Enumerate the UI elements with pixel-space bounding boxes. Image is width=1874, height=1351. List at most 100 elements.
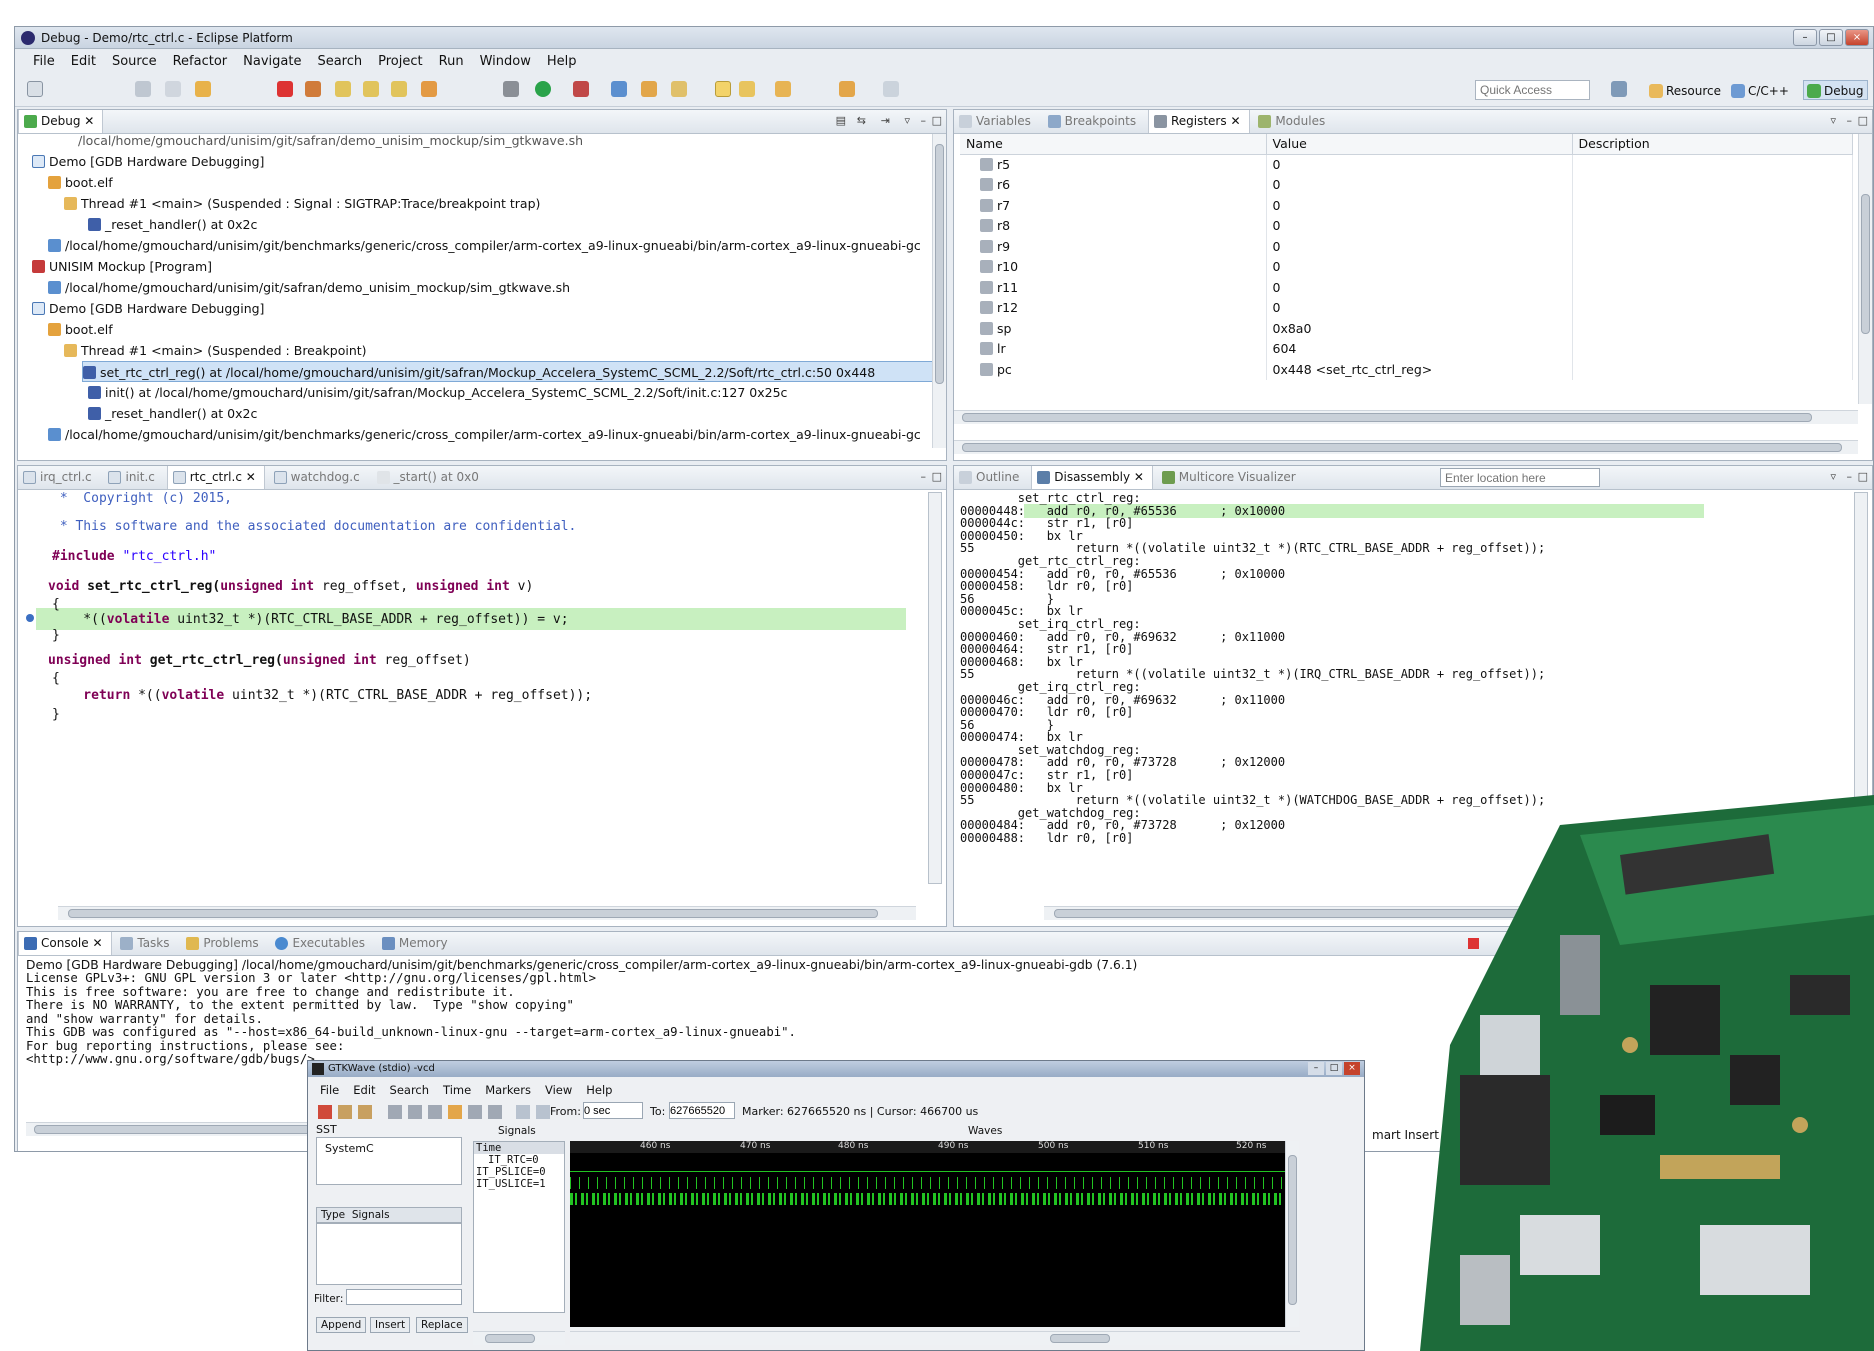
registers-hscroll[interactable]: [954, 410, 1858, 424]
menu-edit[interactable]: Edit: [353, 1083, 375, 1097]
zoom-in-icon[interactable]: [408, 1105, 422, 1119]
step-return-icon[interactable]: [391, 81, 407, 97]
menu-refactor[interactable]: Refactor: [165, 54, 236, 69]
step-mode-icon[interactable]: ⇥: [881, 114, 890, 127]
tab-outline[interactable]: Outline: [954, 466, 1027, 489]
new-icon[interactable]: [27, 81, 43, 97]
tree-row[interactable]: /local/home/gmouchard/unisim/git/benchma…: [48, 424, 921, 445]
maximize-view-icon[interactable]: □: [932, 470, 942, 483]
sst-label[interactable]: SST: [316, 1123, 337, 1136]
signal-name[interactable]: IT_USLICE=1: [474, 1178, 564, 1190]
disassembly-listing[interactable]: set_rtc_ctrl_reg: 00000448: add r0, r0, …: [960, 492, 1545, 845]
code-line-current[interactable]: *((volatile uint32_t *)(RTC_CTRL_BASE_AD…: [52, 607, 568, 632]
tree-row[interactable]: UNISIM Mockup [Program]: [32, 256, 212, 277]
debug-scrollbar[interactable]: [932, 134, 946, 448]
menu-time[interactable]: Time: [443, 1083, 471, 1097]
tab-start[interactable]: _start() at 0x0: [372, 466, 487, 489]
view-menu-icon[interactable]: ▿: [1830, 470, 1836, 483]
table-row[interactable]: lr 604: [960, 338, 1853, 359]
minimize-view-icon[interactable]: –: [921, 114, 927, 127]
editor-hscroll[interactable]: [58, 906, 916, 920]
table-row[interactable]: sp 0x8a0: [960, 318, 1853, 339]
zoom-start-icon[interactable]: [468, 1105, 482, 1119]
to-input[interactable]: [669, 1102, 735, 1119]
view-menu-icon[interactable]: ▿: [1830, 114, 1836, 127]
tree-item-systemc[interactable]: SystemC: [325, 1142, 374, 1155]
collapse-all-icon[interactable]: ▤: [836, 114, 846, 127]
zoom-fit-icon[interactable]: [388, 1105, 402, 1119]
append-button[interactable]: Append: [316, 1317, 367, 1333]
from-input[interactable]: [583, 1102, 643, 1119]
menu-source[interactable]: Source: [104, 54, 165, 69]
open-type-icon[interactable]: [611, 81, 627, 97]
menu-markers[interactable]: Markers: [485, 1083, 531, 1097]
open-perspective-icon[interactable]: [1611, 81, 1627, 97]
code-line[interactable]: }: [52, 702, 60, 727]
view-menu-icon[interactable]: ▿: [904, 114, 910, 127]
tree-row[interactable]: init() at /local/home/gmouchard/unisim/g…: [88, 382, 787, 403]
close-button[interactable]: ×: [1845, 29, 1869, 46]
menu-search[interactable]: Search: [390, 1083, 430, 1097]
perspective-cpp[interactable]: C/C++: [1727, 80, 1794, 100]
menu-window[interactable]: Window: [472, 54, 539, 69]
tab-watchdog[interactable]: watchdog.c: [269, 466, 368, 489]
menu-help[interactable]: Help: [586, 1083, 612, 1097]
maximize-button[interactable]: □: [1819, 29, 1843, 46]
tree-row[interactable]: /local/home/gmouchard/unisim/git/benchma…: [48, 235, 921, 256]
step-over-icon[interactable]: [363, 81, 379, 97]
filter-input[interactable]: [346, 1289, 462, 1305]
menu-file[interactable]: File: [320, 1083, 339, 1097]
menu-search[interactable]: Search: [309, 54, 370, 69]
table-row[interactable]: r10 0: [960, 256, 1853, 277]
tree-row[interactable]: Demo [GDB Hardware Debugging]: [32, 298, 264, 319]
table-row[interactable]: r6 0: [960, 174, 1853, 195]
resume-icon[interactable]: [195, 81, 211, 97]
column-description[interactable]: Description: [1572, 134, 1853, 155]
open-task-icon[interactable]: [641, 81, 657, 97]
save-icon[interactable]: [135, 81, 151, 97]
tab-variables[interactable]: Variables: [954, 110, 1039, 133]
menu-run[interactable]: Run: [431, 54, 472, 69]
minimize-view-icon[interactable]: –: [921, 470, 927, 483]
menu-view[interactable]: View: [545, 1083, 572, 1097]
console-output[interactable]: License GPLv3+: GNU GPL version 3 or lat…: [26, 971, 796, 1067]
tab-problems[interactable]: Problems: [181, 932, 266, 955]
waves-hscroll[interactable]: [570, 1331, 1300, 1345]
tree-row[interactable]: /local/home/gmouchard/unisim/git/safran/…: [48, 277, 570, 298]
tree-row[interactable]: Thread #1 <main> (Suspended : Breakpoint…: [64, 340, 367, 361]
table-row[interactable]: r7 0: [960, 195, 1853, 216]
tab-tasks[interactable]: Tasks: [115, 932, 177, 955]
skip-breakpoints-icon[interactable]: [165, 81, 181, 97]
last-edit-icon[interactable]: [775, 81, 791, 97]
tab-breakpoints[interactable]: Breakpoints: [1043, 110, 1144, 133]
terminate-icon[interactable]: [277, 81, 293, 97]
tab-console[interactable]: Console ✕: [18, 932, 112, 955]
tree-row[interactable]: Demo [GDB Hardware Debugging]: [32, 151, 264, 172]
maximize-view-icon[interactable]: □: [1858, 470, 1868, 483]
menu-help[interactable]: Help: [539, 54, 585, 69]
minimize-button[interactable]: –: [1793, 29, 1817, 46]
breakpoint-icon[interactable]: [26, 614, 34, 622]
table-row[interactable]: r8 0: [960, 215, 1853, 236]
code-line[interactable]: unsigned int get_rtc_ctrl_reg(unsigned i…: [48, 648, 471, 673]
minimize-view-icon[interactable]: –: [1847, 114, 1853, 127]
minimize-view-icon[interactable]: –: [1847, 470, 1853, 483]
tree-row[interactable]: boot.elf: [48, 319, 113, 340]
tree-row[interactable]: _reset_handler() at 0x2c: [88, 214, 257, 235]
highlight-icon[interactable]: [715, 81, 731, 97]
description-hscroll[interactable]: [954, 440, 1858, 454]
find-previous-edge-icon[interactable]: [516, 1105, 530, 1119]
link-icon[interactable]: ⇆: [857, 114, 866, 127]
code-line[interactable]: return *((volatile uint32_t *)(RTC_CTRL_…: [52, 683, 592, 708]
waves-vscroll[interactable]: [1285, 1141, 1299, 1327]
maximize-button[interactable]: □: [1326, 1062, 1342, 1075]
column-value[interactable]: Value: [1266, 134, 1573, 155]
find-next-edge-icon[interactable]: [536, 1105, 550, 1119]
code-line[interactable]: * This software and the associated docum…: [52, 514, 577, 539]
tree-row-selected[interactable]: set_rtc_ctrl_reg() at /local/home/gmouch…: [82, 361, 938, 382]
signal-name[interactable]: IT_RTC=0: [474, 1154, 564, 1166]
zoom-out-icon[interactable]: [428, 1105, 442, 1119]
external-tools-icon[interactable]: [573, 81, 589, 97]
table-row[interactable]: r9 0: [960, 236, 1853, 257]
annotation-icon[interactable]: [739, 81, 755, 97]
